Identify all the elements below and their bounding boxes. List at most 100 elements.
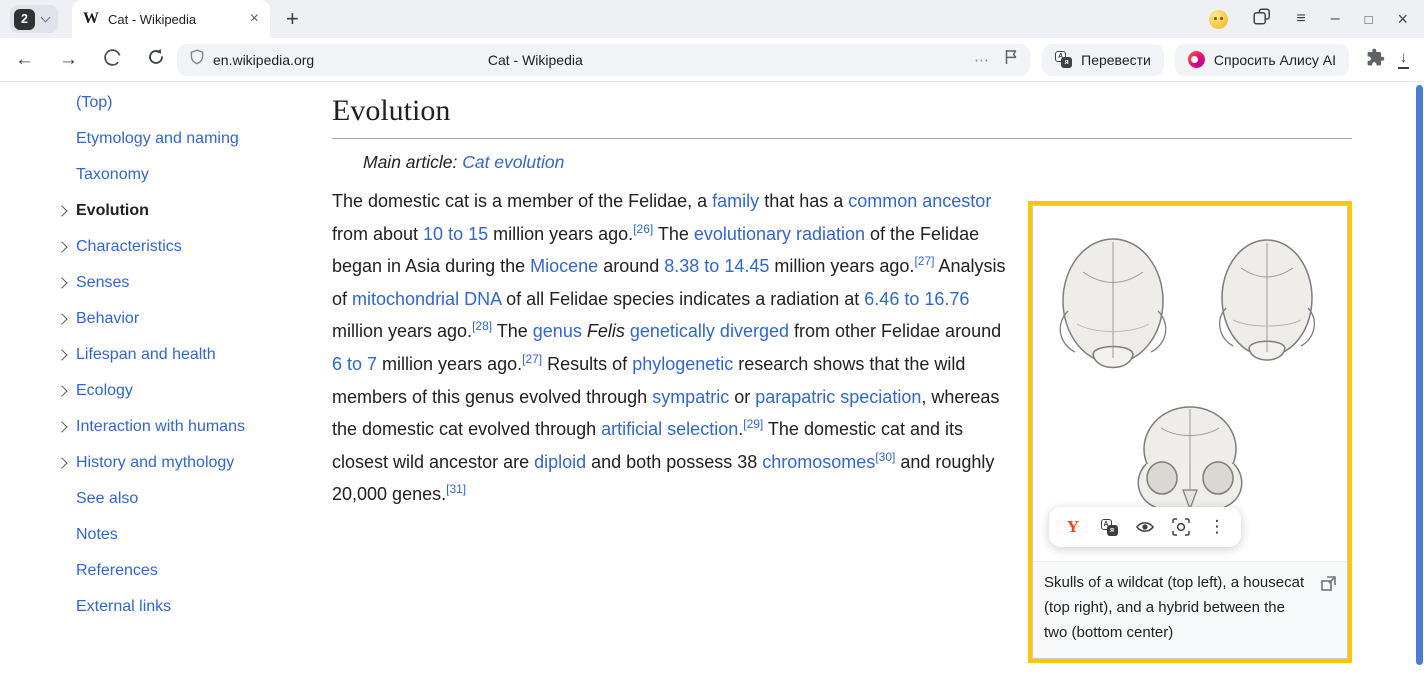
article-link[interactable]: genus: [533, 321, 582, 341]
reference-link[interactable]: [27]: [522, 352, 542, 366]
reference-sup: [27]: [522, 352, 542, 366]
back-button[interactable]: ←: [15, 50, 34, 69]
tab-bar: 2 W Cat - Wikipedia × + ≡ – □ ×: [0, 0, 1424, 38]
article-link[interactable]: Miocene: [530, 256, 598, 276]
sidebar-item-ecology[interactable]: Ecology: [0, 373, 320, 409]
highlighted-figure[interactable]: Y Ая ⋮: [1028, 201, 1352, 663]
sidebar-item-behavior[interactable]: Behavior: [0, 301, 320, 337]
article-link[interactable]: 6 to 7: [332, 354, 377, 374]
search-image-icon[interactable]: [1163, 509, 1199, 545]
browser-protect-icon[interactable]: [103, 48, 122, 72]
chevron-right-icon: [56, 457, 67, 468]
sidebar-item-lifespan-and-health[interactable]: Lifespan and health: [0, 337, 320, 373]
sidebar-item-label: See also: [76, 490, 138, 508]
article-link[interactable]: genetically diverged: [630, 321, 789, 341]
article-link[interactable]: phylogenetic: [632, 354, 733, 374]
sidebar-item-label: Interaction with humans: [76, 418, 245, 436]
figure-caption: Skulls of a wildcat (top left), a housec…: [1033, 562, 1347, 658]
sidebar-item-top[interactable]: (Top): [0, 85, 320, 121]
refresh-button[interactable]: [147, 48, 165, 71]
new-tab-button[interactable]: +: [286, 6, 299, 32]
reference-sup: [31]: [446, 482, 466, 496]
translate-image-icon[interactable]: Ая: [1091, 509, 1127, 545]
chevron-right-icon: [56, 385, 67, 396]
reference-link[interactable]: [26]: [633, 222, 653, 236]
skulls-image[interactable]: Y Ая ⋮: [1033, 206, 1347, 562]
paragraph-text: that has a: [759, 191, 848, 211]
article-link[interactable]: sympatric: [652, 387, 729, 407]
wikipedia-favicon: W: [83, 10, 99, 28]
article-link[interactable]: parapatric: [755, 387, 835, 407]
reference-link[interactable]: [27]: [914, 254, 934, 268]
forward-button[interactable]: →: [59, 50, 78, 69]
reference-link[interactable]: [29]: [743, 417, 763, 431]
article-link[interactable]: artificial selection: [601, 419, 738, 439]
address-bar[interactable]: en.wikipedia.org Cat - Wikipedia ⋯: [177, 44, 1030, 76]
paragraph-text: The: [653, 224, 694, 244]
minimize-button[interactable]: –: [1331, 11, 1340, 27]
paragraph-text: or: [729, 387, 755, 407]
article-link[interactable]: common ancestor: [848, 191, 991, 211]
reference-sup: [27]: [914, 254, 934, 268]
sidebar-item-label: Senses: [76, 274, 129, 292]
yandex-icon[interactable]: Y: [1055, 509, 1091, 545]
article-link[interactable]: family: [712, 191, 759, 211]
enlarge-icon[interactable]: [1321, 574, 1336, 599]
sidebar-item-senses[interactable]: Senses: [0, 265, 320, 301]
paragraph-text: from about: [332, 224, 423, 244]
sidebar-item-evolution[interactable]: Evolution: [0, 193, 320, 229]
sidebar-item-history-and-mythology[interactable]: History and mythology: [0, 445, 320, 481]
kebab-menu-icon[interactable]: ⋮: [1199, 509, 1235, 545]
article-link[interactable]: 6.46 to 16.76: [864, 289, 969, 309]
bookmark-flag-icon[interactable]: [1005, 49, 1017, 70]
sidebar-item-external-links[interactable]: External links: [0, 589, 320, 625]
sidebar-item-see-also[interactable]: See also: [0, 481, 320, 517]
sidebar-item-references[interactable]: References: [0, 553, 320, 589]
article-link[interactable]: evolutionary radiation: [694, 224, 865, 244]
menu-icon[interactable]: ≡: [1296, 11, 1305, 27]
paragraph-text: of all Felidae species indicates a radia…: [501, 289, 864, 309]
sidebar-item-label: Behavior: [76, 310, 139, 328]
sidebar-item-characteristics[interactable]: Characteristics: [0, 229, 320, 265]
reference-link[interactable]: [30]: [875, 450, 895, 464]
extensions-puzzle-icon[interactable]: [1366, 48, 1385, 72]
paragraph-text: and both possess 38: [586, 452, 762, 472]
figure-caption-text: Skulls of a wildcat (top left), a housec…: [1044, 574, 1304, 641]
article-link[interactable]: mitochondrial DNA: [352, 289, 501, 309]
eye-icon[interactable]: [1127, 509, 1163, 545]
article-link[interactable]: 10 to 15: [423, 224, 488, 244]
ask-alice-button[interactable]: Спросить Алису AI: [1175, 44, 1349, 76]
maximize-button[interactable]: □: [1365, 13, 1373, 26]
sidebar-item-interaction-with-humans[interactable]: Interaction with humans: [0, 409, 320, 445]
article-link[interactable]: chromosomes: [762, 452, 875, 472]
scrollbar[interactable]: [1416, 85, 1423, 665]
window-close-button[interactable]: ×: [1397, 10, 1408, 28]
hatnote-link[interactable]: Cat evolution: [462, 152, 564, 172]
windows-panel-icon[interactable]: [1253, 8, 1271, 31]
chevron-right-icon: [56, 349, 67, 360]
chevron-right-icon: [56, 277, 67, 288]
sidebar-item-label: External links: [76, 598, 171, 616]
sidebar-item-notes[interactable]: Notes: [0, 517, 320, 553]
downloads-icon[interactable]: ↓: [1398, 50, 1409, 68]
profile-avatar-icon[interactable]: [1209, 10, 1228, 29]
tab-cat-wikipedia[interactable]: W Cat - Wikipedia ×: [72, 0, 270, 38]
italic-text: Felis: [587, 321, 625, 341]
translate-button-label: Перевести: [1081, 52, 1151, 68]
more-options-icon[interactable]: ⋯: [974, 51, 990, 69]
reference-link[interactable]: [28]: [472, 319, 492, 333]
chevron-right-icon: [56, 241, 67, 252]
tab-close-icon[interactable]: ×: [250, 10, 259, 28]
translate-button[interactable]: А я Перевести: [1042, 44, 1164, 76]
paragraph-text: The: [492, 321, 533, 341]
article-link[interactable]: speciation: [840, 387, 921, 407]
article-link[interactable]: 8.38 to 14.45: [664, 256, 769, 276]
site-info-icon[interactable]: [190, 49, 204, 70]
reference-link[interactable]: [31]: [446, 482, 466, 496]
tab-counter[interactable]: 2: [10, 5, 58, 33]
article-link[interactable]: diploid: [534, 452, 586, 472]
sidebar-item-label: Evolution: [76, 202, 149, 220]
sidebar-item-etymology-and-naming[interactable]: Etymology and naming: [0, 121, 320, 157]
sidebar-item-taxonomy[interactable]: Taxonomy: [0, 157, 320, 193]
sidebar-item-label: Etymology and naming: [76, 130, 239, 148]
